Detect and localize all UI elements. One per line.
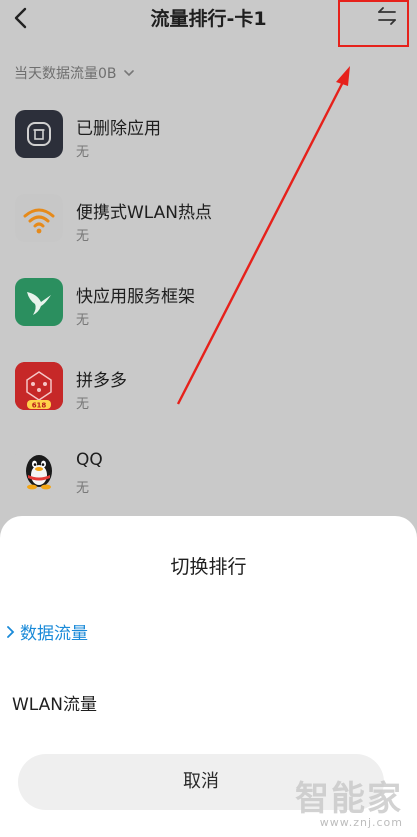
watermark-main-text: 智能家 bbox=[295, 779, 403, 819]
app-name: 已删除应用 bbox=[76, 119, 161, 139]
app-name: 快应用服务框架 bbox=[76, 287, 195, 307]
chevron-down-icon bbox=[123, 70, 134, 77]
app-name: QQ bbox=[76, 450, 103, 470]
option-label: WLAN流量 bbox=[12, 695, 98, 715]
watermark: 智能家 www.znj.com bbox=[295, 771, 403, 829]
list-item[interactable]: 快应用服务框架 无 bbox=[0, 268, 417, 352]
sort-switch-sheet: 切换排行 数据流量 WLAN流量 取消 智能家 www.znj.com bbox=[0, 516, 417, 837]
pinduoduo-badge-text: 618 bbox=[32, 402, 47, 410]
wifi-hotspot-icon bbox=[15, 194, 63, 242]
app-usage-value: 无 bbox=[76, 145, 90, 160]
selected-chevron-icon bbox=[7, 625, 15, 638]
list-item[interactable]: 便携式WLAN热点 无 bbox=[0, 184, 417, 268]
qq-penguin-icon bbox=[15, 446, 63, 494]
option-label: 数据流量 bbox=[20, 624, 88, 644]
quick-app-bird-icon bbox=[15, 278, 63, 326]
list-item[interactable]: 已删除应用 无 bbox=[0, 100, 417, 184]
app-usage-list: 已删除应用 无 便携式WLAN热点 无 快应用服务框架 无 618 拼多多 无 … bbox=[0, 100, 417, 520]
screen: 流量排行-卡1 当天数据流量0B 已删除应用 无 便携式WLAN热点 无 快应用… bbox=[0, 0, 417, 837]
app-usage-value: 无 bbox=[76, 481, 90, 496]
app-usage-value: 无 bbox=[76, 313, 90, 328]
option-mobile-data[interactable]: 数据流量 bbox=[7, 619, 88, 644]
list-item[interactable]: 618 拼多多 无 bbox=[0, 352, 417, 436]
app-usage-value: 无 bbox=[76, 229, 90, 244]
sheet-title: 切换排行 bbox=[170, 556, 247, 578]
daily-usage-text: 当天数据流量0B bbox=[14, 66, 117, 82]
app-name: 拼多多 bbox=[76, 371, 127, 391]
pinduoduo-icon: 618 bbox=[15, 362, 63, 410]
daily-usage-summary[interactable]: 当天数据流量0B bbox=[14, 63, 135, 83]
annotation-highlight-box bbox=[338, 0, 409, 47]
deleted-apps-icon bbox=[15, 110, 63, 158]
option-wlan-data[interactable]: WLAN流量 bbox=[12, 690, 97, 715]
app-name: 便携式WLAN热点 bbox=[76, 203, 213, 223]
list-item[interactable]: QQ 无 bbox=[0, 436, 417, 520]
app-usage-value: 无 bbox=[76, 397, 90, 412]
